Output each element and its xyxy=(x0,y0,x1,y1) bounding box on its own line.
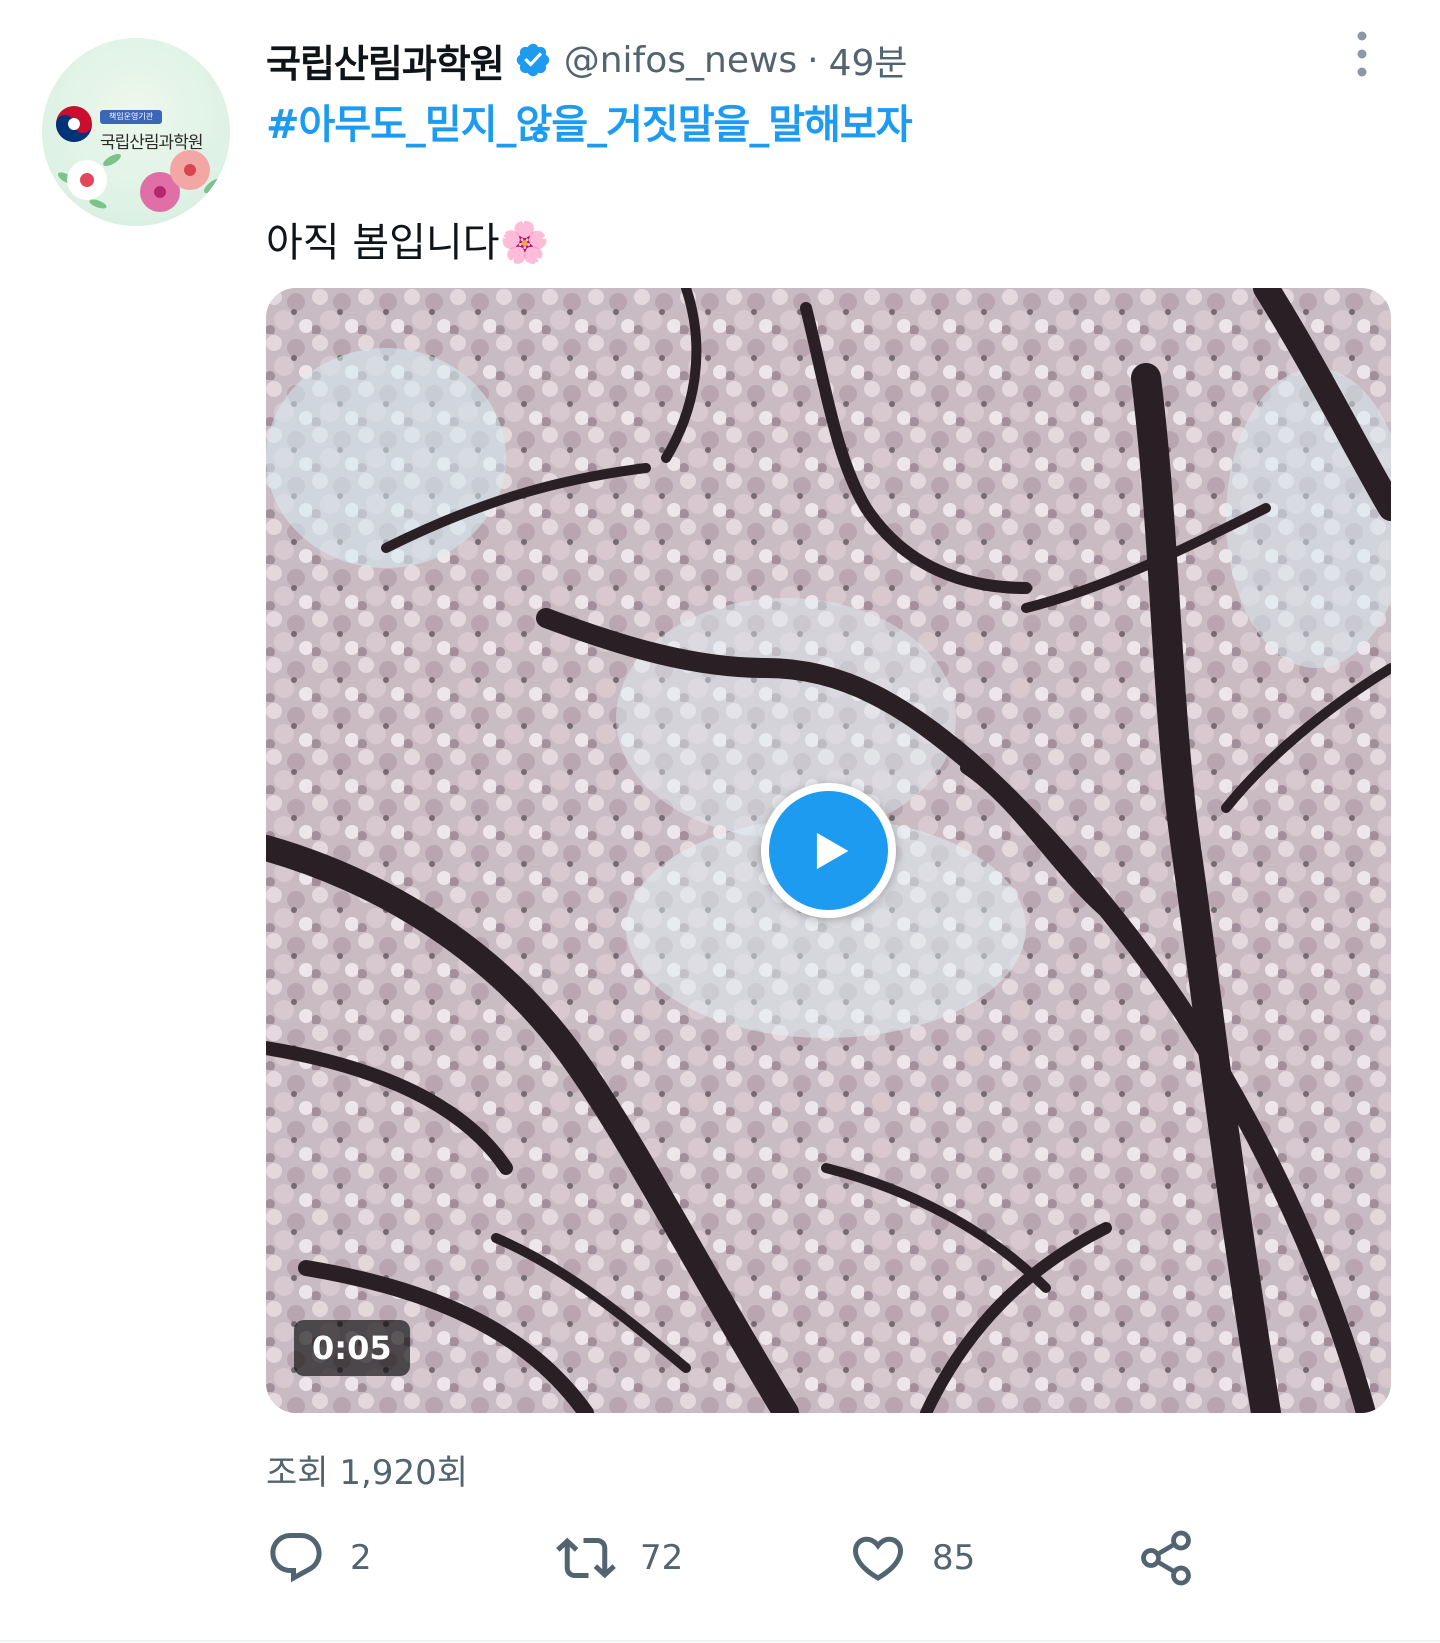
divider xyxy=(0,1640,1440,1642)
avatar[interactable]: 책임운영기관 국립산림과학원 xyxy=(42,38,230,226)
reply-icon xyxy=(270,1533,322,1583)
play-icon xyxy=(816,832,848,869)
heart-icon xyxy=(852,1536,904,1581)
retweet-icon xyxy=(556,1537,616,1579)
hashtag-link[interactable]: #아무도_믿지_않을_거짓말을_말해보자 xyxy=(266,92,913,150)
verified-badge-icon xyxy=(516,43,549,77)
play-button[interactable] xyxy=(761,783,896,918)
separator-dot: · xyxy=(807,39,819,81)
avatar-badge: 책임운영기관 xyxy=(100,110,162,124)
handle[interactable]: @nifos_news xyxy=(564,40,797,81)
retweet-count: 72 xyxy=(640,1538,684,1578)
more-vertical-icon[interactable] xyxy=(1350,30,1374,78)
retweet-button[interactable]: 72 xyxy=(556,1528,683,1588)
tweet-header: 국립산림과학원 @nifos_news · 49분 xyxy=(266,30,908,90)
tweet-actions: 2 72 85 xyxy=(266,1528,1246,1588)
share-icon xyxy=(1141,1530,1191,1586)
tweet-text: 아직 봄입니다🌸 xyxy=(266,220,550,266)
timestamp[interactable]: 49분 xyxy=(829,34,908,86)
share-button[interactable] xyxy=(1136,1528,1196,1588)
reply-button[interactable]: 2 xyxy=(266,1528,372,1588)
tweet-card[interactable]: 책임운영기관 국립산림과학원 국립산림과학원 @nifos_news · 49분 xyxy=(0,0,1440,1643)
like-count: 85 xyxy=(932,1538,976,1578)
like-button[interactable]: 85 xyxy=(848,1528,975,1588)
flower-illustration-icon xyxy=(57,150,221,212)
view-count: 조회 1,920회 xyxy=(266,1453,468,1493)
reply-count: 2 xyxy=(350,1538,372,1578)
video-player[interactable]: 0:05 xyxy=(266,288,1391,1413)
video-duration: 0:05 xyxy=(294,1320,410,1376)
display-name[interactable]: 국립산림과학원 xyxy=(266,33,505,88)
